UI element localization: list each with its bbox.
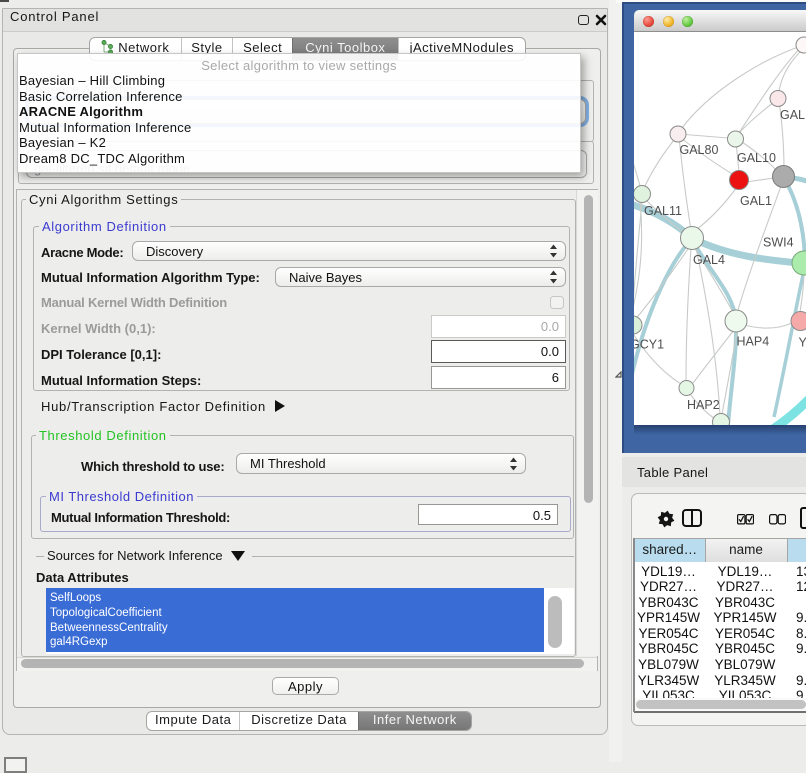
svg-text:GAL1: GAL1 (740, 194, 772, 208)
svg-text:HAP4: HAP4 (737, 335, 770, 349)
svg-text:Y: Y (799, 336, 806, 350)
svg-text:SWI4: SWI4 (763, 236, 794, 250)
svg-text:HAP2: HAP2 (687, 398, 720, 412)
svg-text:GAL80: GAL80 (680, 143, 719, 157)
svg-text:GAL: GAL (780, 108, 805, 122)
svg-text:GAL4: GAL4 (693, 253, 725, 267)
svg-text:GCY1: GCY1 (634, 338, 664, 352)
svg-text:GAL11: GAL11 (644, 204, 682, 218)
svg-text:GAL10: GAL10 (737, 151, 776, 165)
